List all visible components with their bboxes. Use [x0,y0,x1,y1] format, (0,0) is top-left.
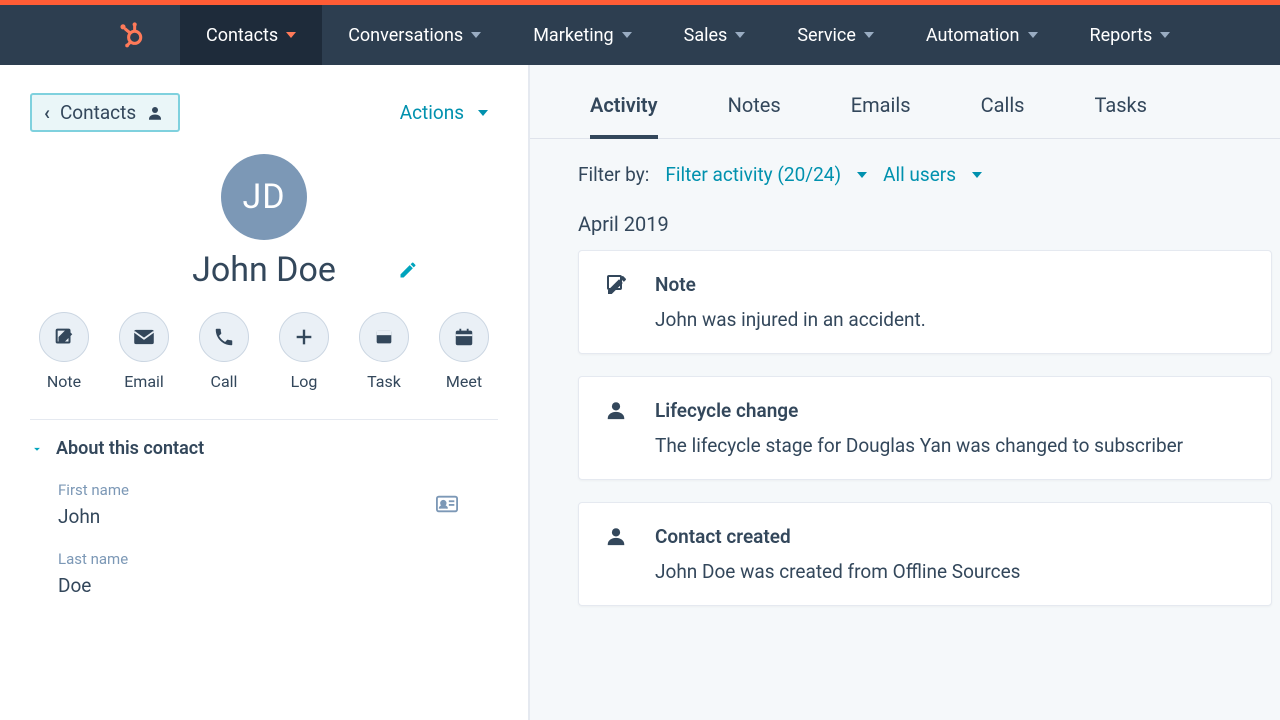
chevron-down-icon [478,110,488,116]
card-title: Note [655,273,1247,296]
card-body: The lifecycle stage for Douglas Yan was … [655,434,1247,457]
tab-emails[interactable]: Emails [851,83,911,138]
call-label: Call [211,372,238,391]
nav-label: Conversations [348,25,463,46]
filter-users-label: All users [883,163,956,186]
nav-label: Service [797,25,856,46]
tab-label: Tasks [1095,93,1148,117]
activity-pane: Activity Notes Emails Calls Tasks Filter… [530,65,1280,720]
hubspot-logo[interactable] [90,4,170,65]
contact-action-buttons: Note Email Call Log [30,312,498,391]
chevron-down-icon [1160,32,1170,38]
timeline-month-heading: April 2019 [530,186,1280,250]
nav-item-automation[interactable]: Automation [900,5,1064,65]
tab-tasks[interactable]: Tasks [1095,83,1148,138]
tab-notes[interactable]: Notes [728,83,781,138]
filter-activity-label: Filter activity (20/24) [665,163,841,186]
card-body: John Doe was created from Offline Source… [655,560,1247,583]
card-title: Contact created [655,525,1247,548]
chevron-down-icon [622,32,632,38]
chevron-left-icon: ‹ [44,101,50,124]
task-button[interactable] [359,312,409,362]
nav-item-marketing[interactable]: Marketing [507,5,657,65]
call-button[interactable] [199,312,249,362]
timeline-card-lifecycle[interactable]: Lifecycle change The lifecycle stage for… [578,376,1272,480]
note-button[interactable] [39,312,89,362]
person-icon [605,525,627,547]
nav-item-conversations[interactable]: Conversations [322,5,507,65]
meet-label: Meet [446,372,482,391]
field-first-name[interactable]: First name John [30,481,498,528]
about-section-toggle[interactable]: About this contact [30,438,498,459]
note-label: Note [47,372,81,391]
nav-label: Sales [684,25,728,46]
email-button[interactable] [119,312,169,362]
nav-item-sales[interactable]: Sales [658,5,772,65]
nav-item-service[interactable]: Service [771,5,900,65]
breadcrumb-label: Contacts [60,101,136,124]
nav-items: Contacts Conversations Marketing Sales S… [180,5,1196,65]
tab-activity[interactable]: Activity [590,83,658,139]
meet-button[interactable] [439,312,489,362]
nav-label: Marketing [533,25,613,46]
chevron-down-icon [972,172,982,178]
card-body: John was injured in an accident. [655,308,1247,331]
chevron-down-icon [286,32,296,38]
contact-sidebar: ‹ Contacts Actions JD John Doe [0,65,530,720]
tab-label: Calls [981,93,1025,117]
tab-label: Notes [728,93,781,117]
log-label: Log [291,372,318,391]
last-name-label: Last name [58,550,498,568]
tab-label: Activity [590,93,658,117]
first-name-label: First name [58,481,498,499]
nav-label: Contacts [206,25,278,46]
card-title: Lifecycle change [655,399,1247,422]
nav-label: Automation [926,25,1020,46]
about-section-title: About this contact [56,438,204,459]
actions-label: Actions [400,101,464,124]
nav-item-reports[interactable]: Reports [1064,5,1197,65]
nav-item-contacts[interactable]: Contacts [180,5,322,65]
filter-by-label: Filter by: [578,163,649,186]
top-nav: Contacts Conversations Marketing Sales S… [0,5,1280,65]
id-card-icon[interactable] [436,495,458,513]
compose-icon [605,273,629,297]
avatar-initials: JD [242,177,285,217]
detail-tabs: Activity Notes Emails Calls Tasks [530,65,1280,139]
task-label: Task [367,372,401,391]
tab-calls[interactable]: Calls [981,83,1025,138]
timeline-card-created[interactable]: Contact created John Doe was created fro… [578,502,1272,606]
chevron-down-icon [857,172,867,178]
chevron-down-icon [471,32,481,38]
tab-label: Emails [851,93,911,117]
contact-name: John Doe [192,250,336,290]
filter-users-dropdown[interactable]: All users [883,163,982,186]
breadcrumb-contacts[interactable]: ‹ Contacts [30,93,180,132]
first-name-value: John [58,505,498,528]
log-button[interactable] [279,312,329,362]
last-name-value: Doe [58,574,498,597]
filter-activity-dropdown[interactable]: Filter activity (20/24) [665,163,867,186]
chevron-down-icon [735,32,745,38]
field-last-name[interactable]: Last name Doe [30,550,498,597]
person-icon [605,399,627,421]
person-icon [146,104,164,122]
chevron-down-icon [1028,32,1038,38]
nav-label: Reports [1090,25,1153,46]
email-label: Email [124,372,164,391]
timeline-card-note[interactable]: Note John was injured in an accident. [578,250,1272,354]
chevron-down-icon [864,32,874,38]
actions-dropdown[interactable]: Actions [400,101,488,124]
contact-avatar[interactable]: JD [221,154,307,240]
pencil-icon[interactable] [398,260,418,280]
divider [30,419,498,420]
chevron-down-icon [30,442,44,456]
